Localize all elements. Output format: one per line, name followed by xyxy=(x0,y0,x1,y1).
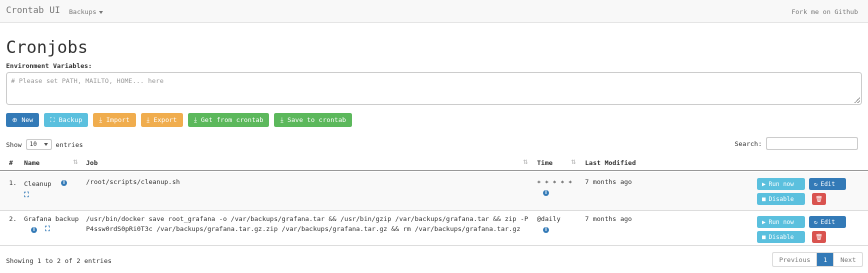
play-icon: ▶ xyxy=(762,180,766,188)
brand[interactable]: Crontab UI xyxy=(6,6,60,16)
plus-circle-icon: ⊕ xyxy=(12,116,18,124)
disable-button[interactable]: ■ Disable xyxy=(757,193,805,205)
backups-menu-label: Backups xyxy=(69,8,97,16)
edit-button[interactable]: ↻ Edit xyxy=(809,216,846,228)
search-input[interactable] xyxy=(766,137,858,150)
download-icon: ⤓ xyxy=(99,115,103,124)
col-time[interactable]: Time xyxy=(537,159,553,167)
download-icon: ⤓ xyxy=(280,115,284,124)
delete-button[interactable]: 🗑 xyxy=(812,231,826,243)
caret-down-icon xyxy=(99,10,104,14)
stop-icon: ■ xyxy=(762,195,766,203)
previous-page-button[interactable]: Previous xyxy=(773,253,816,266)
row-number: 1. xyxy=(9,179,17,187)
search-control: Search: xyxy=(735,137,858,150)
backup-icon: ⛶ xyxy=(50,115,55,124)
run-now-button[interactable]: ▶ Run now xyxy=(757,216,805,228)
entries-select-value: 10 xyxy=(29,141,37,148)
navbar: Crontab UI Backups Fork me on Github xyxy=(0,0,868,23)
last-modified: 7 months ago xyxy=(585,178,632,186)
sort-icon[interactable]: ⇅ xyxy=(571,159,576,166)
next-page-button[interactable]: Next xyxy=(833,253,862,266)
run-now-button[interactable]: ▶ Run now xyxy=(757,178,805,190)
env-placeholder: # Please set PATH, MAILTO, HOME... here xyxy=(11,77,164,85)
delete-button[interactable]: 🗑 xyxy=(812,193,826,205)
col-job[interactable]: Job xyxy=(86,159,98,167)
backups-menu[interactable]: Backups xyxy=(69,8,104,16)
resize-handle-icon[interactable] xyxy=(854,97,860,103)
job-time: @daily xyxy=(537,215,561,223)
backup-button[interactable]: ⛶ Backup xyxy=(44,113,89,127)
disable-button[interactable]: ■ Disable xyxy=(757,231,805,243)
show-label: Show xyxy=(6,140,22,149)
col-num[interactable]: # xyxy=(9,159,13,167)
info-icon[interactable]: i xyxy=(61,180,67,186)
backup-button-label: Backup xyxy=(58,116,83,124)
chevron-down-icon xyxy=(43,143,48,146)
page-1-button[interactable]: 1 xyxy=(816,253,834,266)
backup-icon[interactable]: ⛶ xyxy=(24,191,29,200)
run-now-label: Run now xyxy=(768,218,794,226)
get-from-crontab-label: Get from crontab xyxy=(200,116,264,124)
edit-label: Edit xyxy=(820,218,836,226)
get-from-crontab-button[interactable]: ⤓ Get from crontab xyxy=(187,113,270,127)
run-now-label: Run now xyxy=(768,180,794,188)
new-button[interactable]: ⊕ New xyxy=(6,113,40,127)
table-header: # Name ⇅ Job ⇅ Time ⇅ Last Modified xyxy=(0,154,868,171)
info-icon[interactable]: i xyxy=(543,190,549,196)
table-info: Showing 1 to 2 of 2 entries xyxy=(6,257,112,265)
entries-length-control: Show 10 entries xyxy=(6,139,83,150)
pagination: Previous 1 Next xyxy=(772,252,863,267)
job-command-line-2: P4ssw0rdS0pRi0T3c /var/backups/grafana.t… xyxy=(86,225,521,233)
backup-icon[interactable]: ⛶ xyxy=(45,225,50,234)
col-last-modified[interactable]: Last Modified xyxy=(585,159,636,167)
edit-icon: ↻ xyxy=(814,218,818,226)
disable-label: Disable xyxy=(768,195,794,203)
download-icon: ⤓ xyxy=(193,115,197,124)
table-row: 2. Grafana backup i ⛶ /usr/bin/docker sa… xyxy=(0,211,868,246)
job-command: /root/scripts/cleanup.sh xyxy=(86,178,180,186)
info-icon[interactable]: i xyxy=(31,227,37,233)
row-number: 2. xyxy=(9,215,17,223)
sort-icon[interactable]: ⇅ xyxy=(73,159,78,166)
stop-icon: ■ xyxy=(762,233,766,241)
page-title: Cronjobs xyxy=(6,38,88,58)
play-icon: ▶ xyxy=(762,218,766,226)
export-button-label: Export xyxy=(153,116,177,124)
save-to-crontab-label: Save to crontab xyxy=(287,116,347,124)
import-button[interactable]: ⤓ Import xyxy=(93,113,136,127)
col-name[interactable]: Name xyxy=(24,159,40,167)
edit-button[interactable]: ↻ Edit xyxy=(809,178,846,190)
table-row: 1. Cleanup i ⛶ /root/scripts/cleanup.sh … xyxy=(0,172,868,211)
github-link[interactable]: Fork me on Github xyxy=(791,8,858,16)
import-button-label: Import xyxy=(106,116,130,124)
entries-label: entries xyxy=(55,140,84,149)
env-textarea[interactable]: # Please set PATH, MAILTO, HOME... here xyxy=(6,72,862,105)
edit-label: Edit xyxy=(820,180,836,188)
trash-icon: 🗑 xyxy=(815,233,823,241)
edit-icon: ↻ xyxy=(814,180,818,188)
last-modified: 7 months ago xyxy=(585,215,632,223)
disable-label: Disable xyxy=(768,233,794,241)
entries-select[interactable]: 10 xyxy=(25,139,52,150)
job-name: Cleanup xyxy=(24,180,52,188)
info-icon[interactable]: i xyxy=(543,227,549,233)
job-command-line-1: /usr/bin/docker save root_grafana -o /va… xyxy=(86,215,529,223)
sort-icon[interactable]: ⇅ xyxy=(523,159,528,166)
save-to-crontab-button[interactable]: ⤓ Save to crontab xyxy=(274,113,353,127)
download-icon: ⤓ xyxy=(146,115,150,124)
export-button[interactable]: ⤓ Export xyxy=(140,113,183,127)
job-name: Grafana backup xyxy=(24,215,79,223)
trash-icon: 🗑 xyxy=(815,195,823,203)
toolbar: ⊕ New ⛶ Backup ⤓ Import ⤓ Export ⤓ Get from c… xyxy=(6,113,353,127)
env-label: Environment Variables: xyxy=(6,62,93,70)
search-label: Search: xyxy=(734,139,762,148)
new-button-label: New xyxy=(21,116,34,124)
job-time: * * * * * xyxy=(537,179,573,187)
